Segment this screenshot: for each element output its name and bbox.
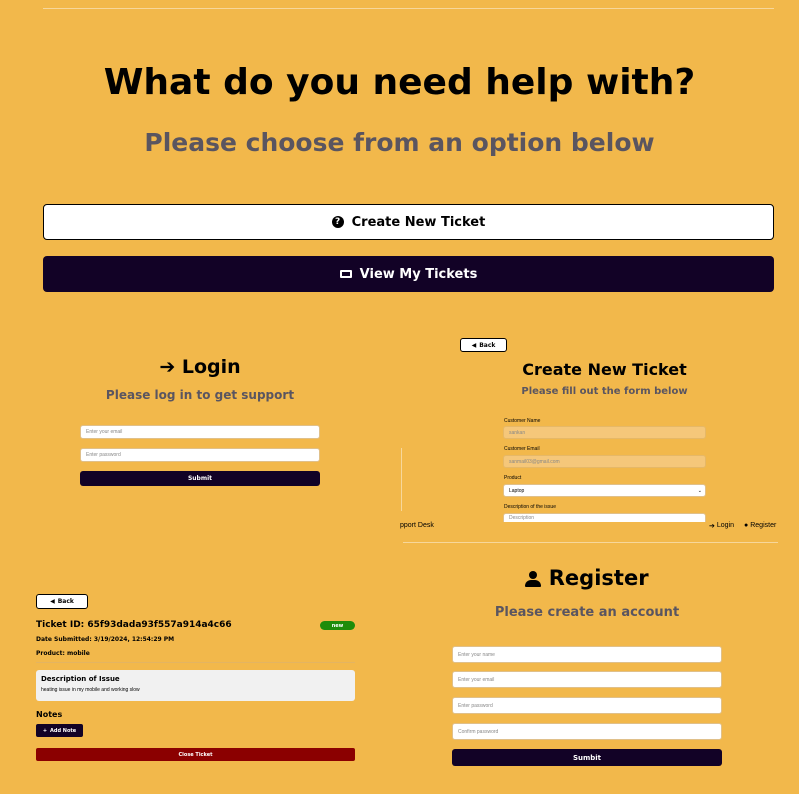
navbar-brand[interactable]: pport Desk: [400, 522, 434, 529]
arrow-left-circle-icon: ◀: [50, 598, 55, 605]
login-subtitle: Please log in to get support: [105, 388, 295, 402]
view-tickets-label: View My Tickets: [359, 266, 478, 282]
description-textarea[interactable]: Description: [503, 513, 706, 522]
customer-name-label: Customer Name: [504, 418, 541, 424]
description-label: Description of the issue: [504, 504, 556, 510]
left-vertical-line: [401, 448, 402, 511]
new-ticket-title: Create New Ticket: [522, 360, 687, 379]
question-circle-icon: ?: [331, 216, 344, 228]
new-ticket-back-button[interactable]: ◀ Back: [460, 338, 507, 352]
back-label: Back: [479, 341, 496, 349]
ticket-back-label: Back: [57, 598, 74, 605]
product-select[interactable]: Laptop ⌄: [503, 484, 706, 497]
register-name-input[interactable]: Enter your name: [452, 646, 722, 663]
navbar-register-label: Register: [750, 522, 777, 529]
login-submit-button[interactable]: Submit: [80, 471, 320, 486]
new-ticket-subtitle: Please fill out the form below: [521, 386, 688, 397]
plus-icon: +: [42, 727, 48, 734]
top-divider: [43, 8, 774, 9]
register-title-text: Register: [548, 566, 649, 590]
customer-email-field: sanmail03@gmail.com: [503, 455, 706, 468]
description-card: Description of Issue heating issue in my…: [36, 670, 355, 701]
ticket-divider: [36, 662, 355, 663]
customer-name-field: sankan: [503, 426, 706, 439]
register-submit-button[interactable]: Sumbit: [452, 749, 722, 766]
page-title: What do you need help with?: [103, 62, 696, 103]
description-heading: Description of Issue: [41, 675, 120, 683]
register-password-input[interactable]: Enter password: [452, 697, 722, 714]
navbar-login-link[interactable]: ➔ Login: [709, 522, 734, 530]
register-email-input[interactable]: Enter your email: [452, 671, 722, 688]
navbar-register-link[interactable]: ● Register: [744, 522, 776, 529]
description-text: heating issue in my mobile and working s…: [41, 687, 140, 693]
add-note-button[interactable]: + Add Note: [36, 724, 83, 737]
ticket-date: Date Submitted: 3/19/2024, 12:54:29 PM: [36, 636, 175, 643]
navbar-login-label: Login: [716, 522, 735, 529]
close-ticket-button[interactable]: Close Ticket: [36, 748, 355, 761]
sign-in-icon: ➔: [709, 523, 715, 530]
view-tickets-button[interactable]: View My Tickets: [43, 256, 774, 292]
product-value: Laptop: [509, 487, 525, 494]
login-title-text: Login: [181, 356, 241, 378]
user-icon: [525, 571, 542, 587]
notes-heading: Notes: [36, 710, 63, 719]
register-confirm-password-input[interactable]: Confirm password: [452, 723, 722, 740]
ticket-id: Ticket ID: 65f93dada93f557a914a4c66: [36, 620, 232, 630]
chevron-down-icon: ⌄: [697, 487, 702, 494]
add-note-label: Add Note: [50, 727, 77, 734]
sign-in-icon: ➔: [159, 356, 176, 378]
product-label: Product: [504, 475, 522, 481]
create-ticket-label: Create New Ticket: [351, 214, 486, 230]
ticket-back-button[interactable]: ◀ Back: [36, 594, 88, 609]
arrow-left-circle-icon: ◀: [471, 341, 477, 349]
ticket-icon: [339, 270, 352, 278]
register-subtitle: Please create an account: [494, 605, 680, 620]
user-icon: ●: [744, 522, 749, 529]
navbar-divider: [403, 542, 778, 543]
customer-email-label: Customer Email: [504, 446, 540, 452]
status-badge: new: [320, 621, 355, 630]
create-ticket-button[interactable]: ? Create New Ticket: [43, 204, 774, 240]
register-title: Register: [405, 566, 769, 590]
login-email-input[interactable]: Enter your email: [80, 425, 320, 439]
page-subtitle: Please choose from an option below: [144, 128, 655, 157]
login-title: ➔ Login: [0, 356, 400, 378]
ticket-product: Product: mobile: [36, 650, 90, 657]
login-password-input[interactable]: Enter password: [80, 448, 320, 462]
